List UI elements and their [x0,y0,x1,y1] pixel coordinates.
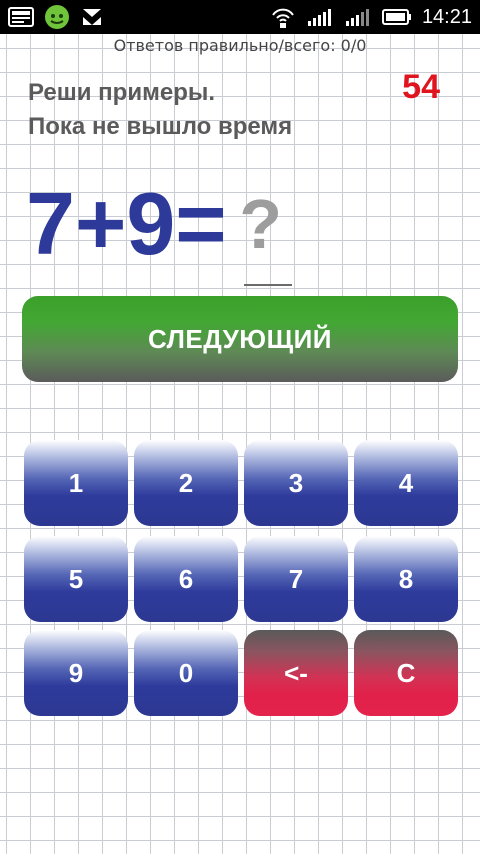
equation: 7+9= ? [26,174,287,274]
status-bar-right: 14:21 [270,5,472,29]
answer-placeholder: ? [239,185,283,263]
key-7[interactable]: 7 [244,536,348,622]
next-button[interactable]: СЛЕДУЮЩИЙ [22,296,458,382]
status-bar: 14:21 [0,0,480,34]
battery-icon [381,8,412,26]
answer-field[interactable]: ? [235,174,287,274]
android-icon [44,4,70,30]
key-0[interactable]: 0 [134,630,238,716]
backspace-key[interactable]: <- [244,630,348,716]
screenshot-icon [8,6,34,28]
equation-expression: 7+9= [26,174,227,273]
signal-icon-2 [344,7,372,27]
key-5[interactable]: 5 [24,536,128,622]
key-1[interactable]: 1 [24,440,128,526]
key-4[interactable]: 4 [354,440,458,526]
key-9[interactable]: 9 [24,630,128,716]
score-text: Ответов правильно/всего: 0/0 [113,36,367,55]
launcher-icon [80,5,104,29]
answer-underline [244,284,292,286]
key-8[interactable]: 8 [354,536,458,622]
key-3[interactable]: 3 [244,440,348,526]
hotspot-icon [270,5,296,29]
countdown-timer: 54 [402,68,440,106]
status-time: 14:21 [421,5,472,28]
instruction-line-1: Реши примеры. [28,79,216,106]
keypad: 1 2 3 4 5 6 7 8 9 0 <- C [24,440,458,718]
status-bar-left [8,4,104,30]
signal-icon [306,7,334,27]
key-2[interactable]: 2 [134,440,238,526]
instruction-line-2: Пока не вышло время [28,113,293,140]
instruction-text: Реши примеры. Пока не вышло время [28,76,388,144]
clear-key[interactable]: C [354,630,458,716]
key-6[interactable]: 6 [134,536,238,622]
